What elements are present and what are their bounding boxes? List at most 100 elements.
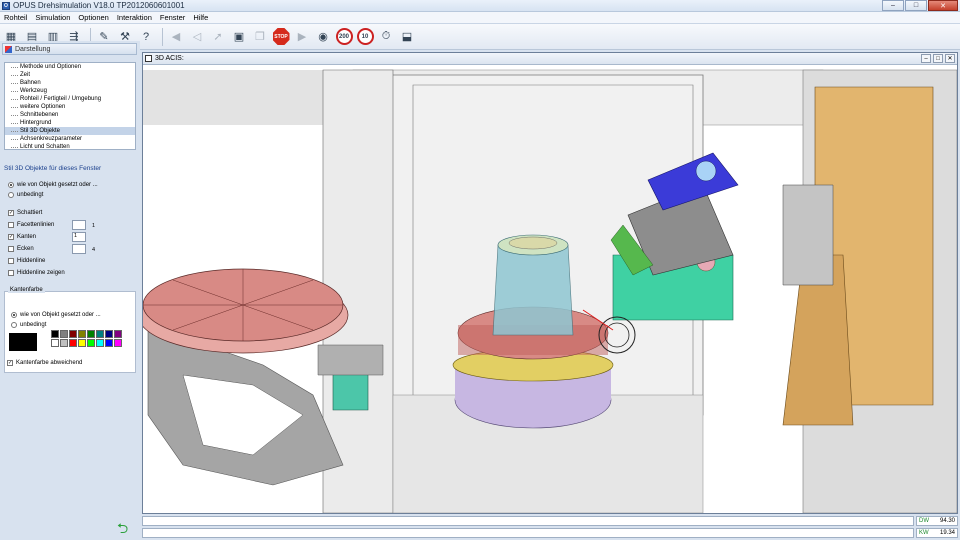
checkbox-label: Hiddenline	[17, 258, 46, 264]
workpiece-bore	[508, 236, 558, 250]
checkbox-label: Schattiert	[17, 210, 43, 216]
enclosure-top-left	[143, 70, 353, 125]
checkbox-label: Kantenfarbe abweichend	[16, 360, 83, 366]
color-swatch[interactable]	[78, 339, 86, 347]
check-facettenlinien[interactable]: Facettenlinien	[8, 222, 54, 228]
menu-optionen[interactable]: Optionen	[74, 13, 112, 22]
tree-item[interactable]: Schnittebenen	[5, 111, 135, 119]
tree-item[interactable]: Hintergrund	[5, 119, 135, 127]
color-swatch[interactable]	[87, 339, 95, 347]
color-swatch[interactable]	[96, 339, 104, 347]
viewport-close-button[interactable]: ✕	[945, 54, 955, 63]
speed-200-button[interactable]: 200	[335, 28, 353, 46]
color-swatch[interactable]	[78, 330, 86, 338]
check-hiddenline[interactable]: Hiddenline	[8, 258, 45, 264]
radio-button[interactable]	[11, 312, 17, 318]
kf-radio-unbedingt[interactable]: unbedingt	[11, 322, 46, 328]
clamp-block	[317, 344, 384, 376]
checkbox[interactable]	[8, 222, 14, 228]
3d-machine-scene[interactable]	[143, 65, 957, 513]
menu-rohteil[interactable]: Rohteil	[0, 13, 31, 22]
record-icon[interactable]: ⬓	[398, 28, 416, 46]
checkbox-checked[interactable]: ✓	[8, 210, 14, 216]
step-back-icon[interactable]: ◁	[188, 28, 206, 46]
ecken-input[interactable]	[72, 244, 86, 254]
color-swatch[interactable]	[105, 330, 113, 338]
check-kantenfarbe-abweichend[interactable]: ✓ Kantenfarbe abweichend	[7, 360, 82, 366]
color-swatch[interactable]	[60, 330, 68, 338]
tree-item[interactable]: Methode und Optionen	[5, 63, 135, 71]
color-swatch[interactable]	[96, 330, 104, 338]
color-swatch[interactable]	[105, 339, 113, 347]
speed-10-button[interactable]: 10	[356, 28, 374, 46]
check-kanten[interactable]: ✓ Kanten	[8, 234, 36, 240]
close-button[interactable]: ✕	[928, 0, 958, 11]
radio-button[interactable]	[8, 192, 14, 198]
checkbox[interactable]	[8, 270, 14, 276]
menu-fenster[interactable]: Fenster	[156, 13, 189, 22]
viewport-minimize-button[interactable]: –	[921, 54, 931, 63]
menu-interaktion[interactable]: Interaktion	[113, 13, 156, 22]
menu-hilfe[interactable]: Hilfe	[189, 13, 212, 22]
radio-unbedingt[interactable]: unbedingt	[8, 192, 43, 198]
color-swatch[interactable]	[87, 330, 95, 338]
viewport-icon	[145, 55, 152, 62]
viewport-title: 3D ACIS:	[155, 55, 184, 62]
radio-button[interactable]	[11, 322, 17, 328]
workpiece	[492, 244, 574, 336]
calculator-icon[interactable]: ▣	[230, 28, 248, 46]
checkbox[interactable]	[8, 258, 14, 264]
toolbar-separator	[162, 27, 163, 46]
tree-item[interactable]: Licht und Schatten	[5, 143, 135, 151]
facetten-value: 1	[92, 223, 96, 229]
radio-label: unbedingt	[17, 192, 44, 198]
color-swatch[interactable]	[114, 339, 122, 347]
color-swatch[interactable]	[114, 330, 122, 338]
check-schattiert[interactable]: ✓ Schattiert	[8, 210, 42, 216]
color-swatch[interactable]	[69, 339, 77, 347]
checkbox-checked[interactable]: ✓	[8, 234, 14, 240]
checkbox-label: Hiddenline zeigen	[17, 270, 65, 276]
selected-color-swatch[interactable]	[9, 333, 37, 351]
tree-item[interactable]: Bahnen	[5, 79, 135, 87]
color-swatch[interactable]	[51, 330, 59, 338]
check-ecken[interactable]: Ecken	[8, 246, 34, 252]
menu-simulation[interactable]: Simulation	[31, 13, 74, 22]
kanten-input[interactable]: 1	[72, 232, 86, 242]
back-arrow-icon[interactable]: ⮌	[117, 518, 135, 536]
dw-cell: DW 94.30	[916, 516, 958, 526]
tree-item[interactable]: Zeit	[5, 71, 135, 79]
radio-button[interactable]	[8, 182, 14, 188]
maximize-button[interactable]: □	[905, 0, 927, 11]
checkbox[interactable]	[8, 246, 14, 252]
viewport-maximize-button[interactable]: □	[933, 54, 943, 63]
rewind-icon[interactable]: ◀	[167, 28, 185, 46]
cursor-icon[interactable]: ➚	[209, 28, 227, 46]
kf-radio-objekt[interactable]: wie von Objekt gesetzt oder ...	[11, 312, 101, 318]
minimize-button[interactable]: –	[882, 0, 904, 11]
speed-10-icon: 10	[356, 28, 374, 45]
tree-item[interactable]: weitere Optionen	[5, 103, 135, 111]
radio-label: unbedingt	[20, 322, 47, 328]
copy-icon[interactable]: ❐	[251, 28, 269, 46]
tree-item-selected[interactable]: Stil 3D Objekte	[5, 127, 135, 135]
viewport-titlebar: 3D ACIS: – □ ✕	[143, 53, 957, 65]
status-bar: DW 94.30 KW 19.34	[142, 515, 958, 540]
check-hiddenline-zeigen[interactable]: Hiddenline zeigen	[8, 270, 65, 276]
checkbox-label: Ecken	[17, 246, 34, 252]
facetten-input[interactable]	[72, 220, 86, 230]
checkbox-checked[interactable]: ✓	[7, 360, 13, 366]
color-swatch[interactable]	[51, 339, 59, 347]
color-swatch[interactable]	[69, 330, 77, 338]
tree-item[interactable]: Achsenkreuzparameter	[5, 135, 135, 143]
group-title: Kantenfarbe	[8, 287, 45, 293]
radio-objekt[interactable]: wie von Objekt gesetzt oder ...	[8, 182, 98, 188]
color-swatch[interactable]	[60, 339, 68, 347]
tree-item[interactable]: Werkzeug	[5, 87, 135, 95]
play-icon[interactable]: ▶	[293, 28, 311, 46]
stop-button[interactable]: STOP	[272, 28, 290, 46]
section-title: Stil 3D Objekte für dieses Fenster	[4, 165, 102, 172]
tree-item[interactable]: Rohteil / Fertigteil / Umgebung	[5, 95, 135, 103]
stopwatch-icon[interactable]: ⏱	[377, 28, 395, 46]
camera-icon[interactable]: ◉	[314, 28, 332, 46]
